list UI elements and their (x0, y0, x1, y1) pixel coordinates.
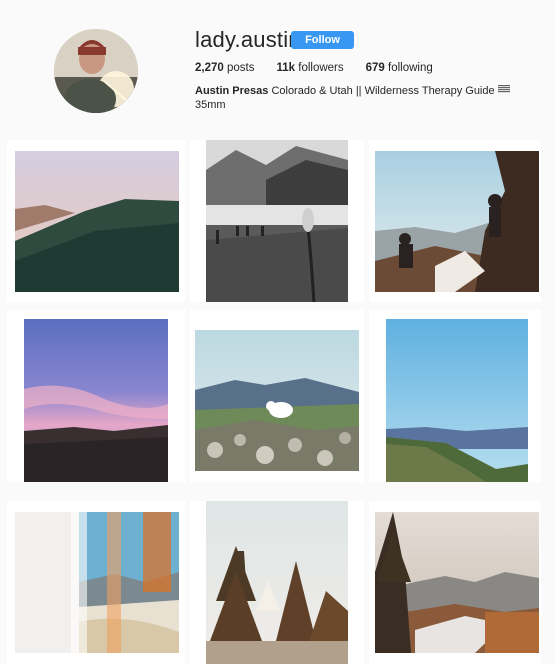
bio-name: Austin Presas (195, 85, 269, 97)
post-tile-9[interactable] (369, 501, 541, 664)
post-tile-2[interactable] (190, 140, 364, 302)
post-tile-4[interactable] (7, 310, 185, 482)
followers-count: 11k (276, 62, 296, 74)
profile-stats: 2,270 posts 11k followers 679 following (195, 62, 455, 74)
profile-username: lady.austin (195, 27, 301, 52)
posts-count: 2,270 (195, 62, 224, 74)
follow-button[interactable]: Follow (291, 31, 354, 49)
post-tile-7[interactable] (7, 501, 185, 664)
post-tile-8[interactable] (190, 501, 364, 664)
posts-label: posts (226, 62, 255, 74)
post-tile-3[interactable] (369, 140, 541, 302)
post-tile-6[interactable] (369, 310, 541, 482)
post-tile-1[interactable] (7, 140, 185, 302)
bio-text: Colorado & Utah || Wilderness Therapy Gu… (271, 85, 495, 97)
following-count: 679 (365, 62, 385, 74)
post-tile-5[interactable] (190, 310, 364, 482)
posts-stat[interactable]: 2,270 posts (195, 62, 254, 74)
followers-stat[interactable]: 11k followers (276, 62, 343, 74)
bio-text-line2: 35mm (195, 99, 226, 111)
film-strip-icon (497, 85, 510, 93)
profile-bio: Austin Presas Colorado & Utah || Wildern… (195, 84, 525, 112)
followers-label: followers (298, 62, 344, 74)
following-label: following (388, 62, 433, 74)
following-stat[interactable]: 679 following (366, 62, 433, 74)
profile-avatar (54, 29, 138, 113)
